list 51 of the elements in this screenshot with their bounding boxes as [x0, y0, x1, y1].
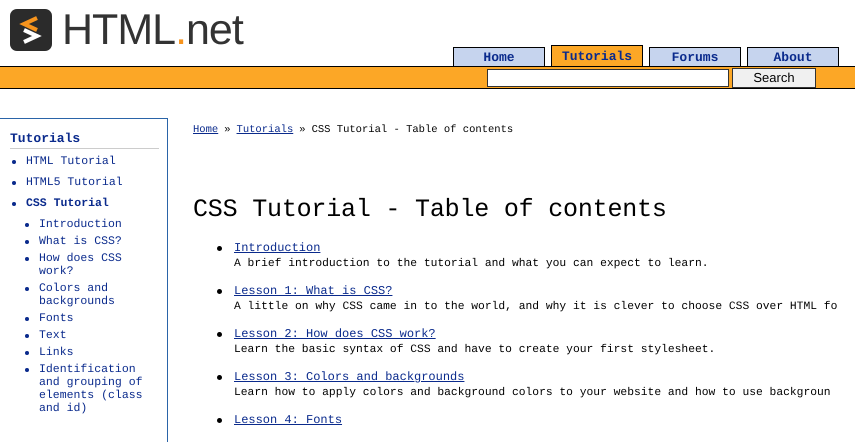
- lesson-description: Learn the basic syntax of CSS and have to create your first stylesheet.: [234, 342, 716, 358]
- bullet-icon: [25, 334, 29, 338]
- bullet-icon: [25, 351, 29, 355]
- sidebar-link[interactable]: HTML Tutorial: [26, 155, 116, 168]
- page-heading: CSS Tutorial - Table of contents: [193, 195, 668, 224]
- breadcrumb-current: CSS Tutorial - Table of contents: [312, 124, 514, 136]
- breadcrumb-link[interactable]: Home: [193, 124, 218, 136]
- sidebar-link[interactable]: Fonts: [39, 312, 74, 325]
- breadcrumb-separator: »: [299, 124, 306, 136]
- lesson-link[interactable]: Lesson 2: How does CSS work?: [234, 327, 436, 342]
- site-logo-text[interactable]: HTML.net: [62, 8, 243, 52]
- bullet-icon: [217, 332, 222, 337]
- bullet-icon: [25, 240, 29, 244]
- bullet-icon: [25, 317, 29, 321]
- bullet-icon: [12, 160, 16, 164]
- lesson-description: A little on why CSS came in to the world, and why it is clever to choose CSS over HTML fo: [234, 300, 838, 314]
- sidebar-link[interactable]: CSS Tutorial: [26, 197, 109, 210]
- lesson-description: Learn how to apply colors and background colors to your website and how to use backgroun: [234, 386, 831, 400]
- sidebar-link[interactable]: Links: [39, 346, 74, 359]
- nav-tab[interactable]: Tutorials: [551, 45, 643, 66]
- nav-tab[interactable]: Home: [453, 47, 545, 66]
- bullet-icon: [25, 257, 29, 261]
- sidebar-link[interactable]: What is CSS?: [39, 235, 122, 248]
- lesson-description: A brief introduction to the tutorial and what you can expect to learn.: [234, 256, 709, 272]
- sidebar-link[interactable]: Colors and backgrounds: [39, 282, 159, 308]
- sidebar-title: Tutorials: [10, 131, 159, 149]
- sidebar-link[interactable]: Introduction: [39, 218, 122, 231]
- breadcrumb-separator: »: [224, 124, 231, 136]
- nav-tab[interactable]: About: [747, 47, 839, 66]
- sidebar-link[interactable]: Identification and grouping of elements (class and id): [39, 363, 159, 415]
- bullet-icon: [25, 287, 29, 291]
- search-button[interactable]: Search: [732, 68, 816, 88]
- sidebar-link[interactable]: How does CSS work?: [39, 252, 159, 278]
- sidebar-link[interactable]: Text: [39, 329, 67, 342]
- bullet-icon: [25, 368, 29, 372]
- bullet-icon: [25, 223, 29, 227]
- sidebar-link[interactable]: HTML5 Tutorial: [26, 176, 123, 189]
- bullet-icon: [217, 246, 222, 251]
- bullet-icon: [217, 418, 222, 423]
- lesson-link[interactable]: Lesson 4: Fonts: [234, 413, 342, 428]
- bullet-icon: [12, 202, 16, 206]
- nav-tab[interactable]: Forums: [649, 47, 741, 66]
- lesson-link[interactable]: Lesson 3: Colors and backgrounds: [234, 370, 464, 386]
- breadcrumb-link[interactable]: Tutorials: [236, 124, 294, 136]
- search-field[interactable]: [487, 68, 729, 86]
- lesson-link[interactable]: Lesson 1: What is CSS?: [234, 284, 392, 300]
- lesson-link[interactable]: Introduction: [234, 241, 320, 256]
- bullet-icon: [217, 289, 222, 294]
- logo-icon: [10, 9, 52, 51]
- bullet-icon: [12, 181, 16, 185]
- bullet-icon: [217, 375, 222, 380]
